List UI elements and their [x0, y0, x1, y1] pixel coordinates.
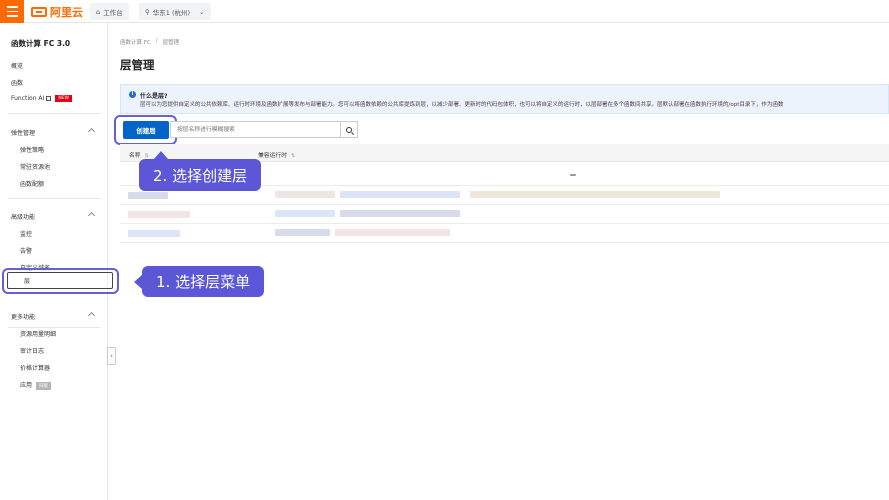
sidebar-item-usage[interactable]: 资源用量明细	[20, 329, 56, 338]
sidebar-group-advanced[interactable]: 高级功能	[11, 212, 35, 221]
sidebar-item-label: 应用	[20, 382, 33, 389]
sidebar-item-functions[interactable]: 函数	[11, 78, 23, 87]
sort-icon[interactable]: ⇅	[291, 153, 295, 159]
info-title: 什么是层?	[140, 93, 168, 100]
main-content: 函数计算 FC / 层管理 层管理 i 什么是层? 层可以为您提供自定义的公共依…	[108, 23, 889, 500]
chevron-up-icon[interactable]	[87, 211, 96, 220]
sidebar-item-overview[interactable]: 概览	[11, 61, 23, 70]
region-selector[interactable]: ⚲ 华东1 (杭州) ⌄	[139, 3, 211, 20]
redacted-cell	[340, 210, 460, 217]
legacy-badge: 旧版	[36, 381, 52, 390]
redacted-cell	[275, 210, 335, 217]
chevron-down-icon: ⌄	[199, 7, 205, 16]
column-runtime[interactable]: 兼容运行时 ⇅	[258, 150, 295, 159]
chevron-up-icon[interactable]	[87, 311, 96, 320]
search-button[interactable]	[340, 122, 357, 137]
redacted-cell	[470, 191, 720, 198]
sidebar-item-resident-pool[interactable]: 常驻资源池	[20, 162, 50, 171]
chevron-up-icon[interactable]	[87, 127, 96, 136]
selection-frame	[7, 272, 113, 289]
breadcrumb-current: 层管理	[162, 40, 180, 46]
info-text: 层可以为您提供自定义的公共依赖库、运行时环境及函数扩展等发布与部署能力。您可以将…	[140, 102, 784, 108]
table-row[interactable]	[120, 205, 889, 224]
sidebar-item-quota[interactable]: 函数配额	[20, 179, 44, 188]
info-banner: i 什么是层? 层可以为您提供自定义的公共依赖库、运行时环境及函数扩展等发布与部…	[120, 84, 889, 114]
external-link-icon	[46, 96, 52, 101]
sidebar-item-label: 层	[24, 278, 31, 285]
redacted-cell	[128, 192, 168, 199]
table-row[interactable]	[120, 224, 889, 243]
sidebar-item-audit-log[interactable]: 审计日志	[20, 346, 44, 355]
menu-icon[interactable]	[0, 0, 24, 23]
sidebar-group-elastic[interactable]: 弹性管理	[11, 128, 35, 137]
redacted-cell	[570, 174, 576, 176]
info-icon: i	[129, 91, 136, 98]
sidebar: 函数计算 FC 3.0 概览 函数 Function AI NEW 弹性管理 弹性…	[0, 23, 108, 500]
top-bar: 阿里云 ⌂ 工作台 ⚲ 华东1 (杭州) ⌄	[0, 0, 889, 23]
new-badge: NEW	[55, 95, 72, 102]
breadcrumb: 函数计算 FC / 层管理	[120, 38, 179, 46]
sidebar-group-more[interactable]: 更多功能	[11, 312, 35, 321]
sidebar-item-label: Function AI	[11, 95, 45, 102]
workbench-label: 工作台	[103, 8, 123, 17]
redacted-cell	[275, 191, 335, 198]
search-box	[170, 121, 358, 138]
redacted-cell	[275, 229, 330, 236]
column-name[interactable]: 名称 ⇅	[129, 150, 149, 159]
redacted-cell	[340, 191, 460, 198]
sidebar-title: 函数计算 FC 3.0	[11, 39, 71, 48]
brand-name: 阿里云	[50, 5, 83, 19]
sidebar-item-alerts[interactable]: 告警	[20, 246, 32, 255]
breadcrumb-item[interactable]: 函数计算 FC	[120, 38, 151, 46]
create-layer-button[interactable]: 创建层	[123, 121, 169, 139]
region-label: 华东1 (杭州)	[152, 8, 191, 17]
redacted-cell	[128, 230, 180, 237]
workbench-button[interactable]: ⌂ 工作台	[90, 3, 129, 20]
divider	[8, 113, 100, 114]
sidebar-item-elastic-policy[interactable]: 弹性策略	[20, 145, 44, 154]
search-input[interactable]	[171, 122, 341, 137]
divider	[8, 327, 100, 328]
sidebar-item-layers[interactable]: 层	[2, 268, 119, 294]
redacted-cell	[128, 211, 190, 218]
sidebar-item-monitoring[interactable]: 监控	[20, 229, 32, 238]
step1-callout: 1. 选择层菜单	[133, 266, 265, 297]
sidebar-item-function-ai[interactable]: Function AI NEW	[11, 95, 72, 102]
search-icon	[346, 126, 352, 133]
breadcrumb-separator: /	[155, 38, 158, 44]
page-title: 层管理	[120, 58, 155, 72]
home-icon: ⌂	[96, 7, 101, 16]
aliyun-logo-icon	[31, 6, 47, 17]
divider	[8, 198, 100, 199]
sidebar-item-price-calculator[interactable]: 价格计算器	[20, 363, 50, 372]
brand-logo[interactable]: 阿里云	[31, 4, 83, 19]
redacted-cell	[335, 229, 450, 236]
location-icon: ⚲	[145, 7, 150, 16]
step2-callout: 2. 选择创建层	[139, 151, 262, 191]
sidebar-item-apps[interactable]: 应用 旧版	[20, 380, 52, 390]
